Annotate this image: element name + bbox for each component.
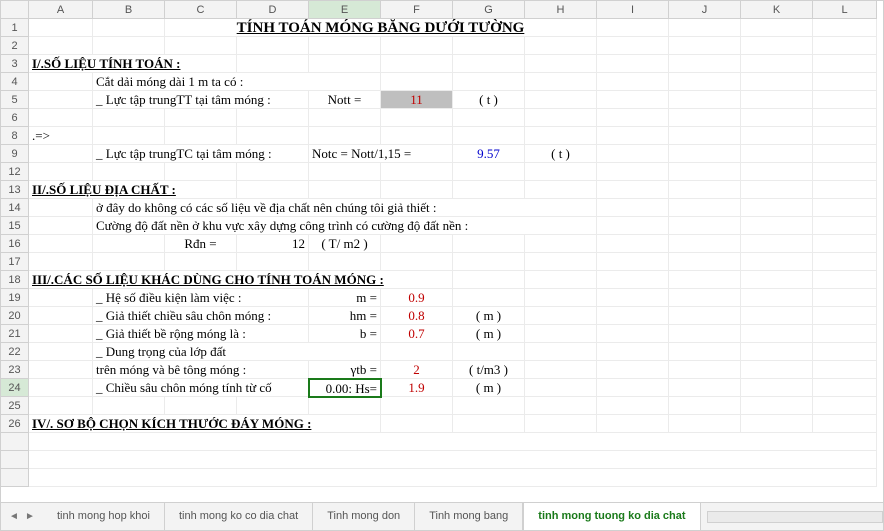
val-r16[interactable]: 12 (237, 235, 309, 253)
sheet-tabbar: ◄ ► tinh mong hop khoi tinh mong ko co d… (1, 502, 883, 530)
tab-tinh-mong-tuong-ko-dia-chat[interactable]: tinh mong tuong ko dia chat (523, 503, 700, 530)
tab-tinh-mong-ko-co-dia-chat[interactable]: tinh mong ko co dia chat (165, 503, 313, 530)
unit-r5[interactable]: ( t ) (453, 91, 525, 109)
row-21[interactable]: 21 (1, 325, 29, 343)
sym-r20[interactable]: hm = (309, 307, 381, 325)
sym-r21[interactable]: b = (309, 325, 381, 343)
tab-tinh-mong-don[interactable]: Tinh mong don (313, 503, 415, 530)
sym-r9[interactable]: Notc = Nott/1,15 = (309, 145, 453, 163)
horizontal-scrollbar[interactable] (707, 503, 883, 530)
col-G[interactable]: G (453, 1, 525, 19)
tab-nav-buttons: ◄ ► (1, 503, 43, 530)
section-1-header[interactable]: I/.SỐ LIỆU TÍNH TOÁN : (29, 55, 237, 73)
cell[interactable] (741, 19, 813, 37)
tab-prev-icon[interactable]: ◄ (7, 510, 21, 524)
text-r14[interactable]: ở đây do không có các số liệu về địa chấ… (93, 199, 597, 217)
col-I[interactable]: I (597, 1, 669, 19)
val-r5[interactable]: 11 (381, 91, 453, 109)
row-23[interactable]: 23 (1, 361, 29, 379)
sym-r16[interactable]: Rđn = (165, 235, 237, 253)
col-F[interactable]: F (381, 1, 453, 19)
cell[interactable] (29, 19, 93, 37)
section-4-header[interactable]: IV/. SƠ BỘ CHỌN KÍCH THƯỚC ĐÁY MÓNG : (29, 415, 381, 433)
row-14[interactable]: 14 (1, 199, 29, 217)
row-5[interactable]: 5 (1, 91, 29, 109)
val-r20[interactable]: 0.8 (381, 307, 453, 325)
row-18[interactable]: 18 (1, 271, 29, 289)
col-B[interactable]: B (93, 1, 165, 19)
row-2[interactable]: 2 (1, 37, 29, 55)
text-r15[interactable]: Cường độ đất nền ở khu vực xây dựng công… (93, 217, 597, 235)
section-2-header[interactable]: II/.SỐ LIỆU ĐỊA CHẤT : (29, 181, 237, 199)
cell[interactable] (597, 19, 669, 37)
row-26[interactable]: 26 (1, 415, 29, 433)
row-8[interactable]: 8 (1, 127, 29, 145)
unit-r21[interactable]: ( m ) (453, 325, 525, 343)
row-9[interactable]: 9 (1, 145, 29, 163)
row-17[interactable]: 17 (1, 253, 29, 271)
label-r20[interactable]: _ Giả thiết chiều sâu chôn móng : (93, 307, 309, 325)
val-r23[interactable]: 2 (381, 361, 453, 379)
label-r24[interactable]: _ Chiều sâu chôn móng tính từ cố (93, 379, 309, 397)
row-4[interactable]: 4 (1, 73, 29, 91)
label-r19[interactable]: _ Hệ số điều kiện làm việc : (93, 289, 309, 307)
row-12[interactable]: 12 (1, 163, 29, 181)
cell[interactable] (813, 19, 877, 37)
row-24[interactable]: 24 (1, 379, 29, 397)
unit-r9[interactable]: ( t ) (525, 145, 597, 163)
unit-r24[interactable]: ( m ) (453, 379, 525, 397)
cell[interactable] (93, 19, 165, 37)
col-E[interactable]: E (309, 1, 381, 19)
row-6[interactable]: 6 (1, 109, 29, 127)
tab-tinh-mong-hop-khoi[interactable]: tinh mong hop khoi (43, 503, 165, 530)
label-r21[interactable]: _ Giả thiết bề rộng móng là : (93, 325, 309, 343)
row-20[interactable]: 20 (1, 307, 29, 325)
val-r9[interactable]: 9.57 (453, 145, 525, 163)
text-r4[interactable]: Cắt dải móng dài 1 m ta có : (93, 73, 381, 91)
row-3[interactable]: 3 (1, 55, 29, 73)
spreadsheet-grid[interactable]: A B C D E F G H I J K L 1 TÍNH TOÁN MÓNG… (1, 1, 883, 487)
sym-r5[interactable]: Nott = (309, 91, 381, 109)
row-13[interactable]: 13 (1, 181, 29, 199)
unit-r20[interactable]: ( m ) (453, 307, 525, 325)
sym-r19[interactable]: m = (309, 289, 381, 307)
row-19[interactable]: 19 (1, 289, 29, 307)
unit-r23[interactable]: ( t/m3 ) (453, 361, 525, 379)
sym-r24[interactable]: 0.00: Hs= (309, 379, 381, 397)
tab-tinh-mong-bang[interactable]: Tinh mong bang (415, 503, 523, 530)
sym-r23[interactable]: γtb = (309, 361, 381, 379)
page-title[interactable]: TÍNH TOÁN MÓNG BĂNG DƯỚI TƯỜNG (165, 19, 597, 37)
text-r8[interactable]: .=> (29, 127, 93, 145)
row-16[interactable]: 16 (1, 235, 29, 253)
col-J[interactable]: J (669, 1, 741, 19)
cell[interactable] (669, 19, 741, 37)
sheet-tabs: tinh mong hop khoi tinh mong ko co dia c… (43, 503, 701, 530)
col-K[interactable]: K (741, 1, 813, 19)
col-H[interactable]: H (525, 1, 597, 19)
row-15[interactable]: 15 (1, 217, 29, 235)
label-r5[interactable]: _ Lực tập trungTT tại tâm móng : (93, 91, 309, 109)
label-r22[interactable]: _ Dung trọng của lớp đất (93, 343, 381, 361)
unit-r16[interactable]: ( T/ m2 ) (309, 235, 381, 253)
label-r23[interactable]: trên móng và bê tông móng : (93, 361, 309, 379)
row-25[interactable]: 25 (1, 397, 29, 415)
section-3-header[interactable]: III/.CÁC SỐ LIỆU KHÁC DÙNG CHO TÍNH TOÁN… (29, 271, 453, 289)
label-r9[interactable]: _ Lực tập trungTC tại tâm móng : (93, 145, 309, 163)
row-1[interactable]: 1 (1, 19, 29, 37)
col-A[interactable]: A (29, 1, 93, 19)
col-D[interactable]: D (237, 1, 309, 19)
col-L[interactable]: L (813, 1, 877, 19)
col-C[interactable]: C (165, 1, 237, 19)
row-22[interactable]: 22 (1, 343, 29, 361)
val-r24[interactable]: 1.9 (381, 379, 453, 397)
select-all-corner[interactable] (1, 1, 29, 19)
val-r19[interactable]: 0.9 (381, 289, 453, 307)
tab-next-icon[interactable]: ► (23, 510, 37, 524)
val-r21[interactable]: 0.7 (381, 325, 453, 343)
